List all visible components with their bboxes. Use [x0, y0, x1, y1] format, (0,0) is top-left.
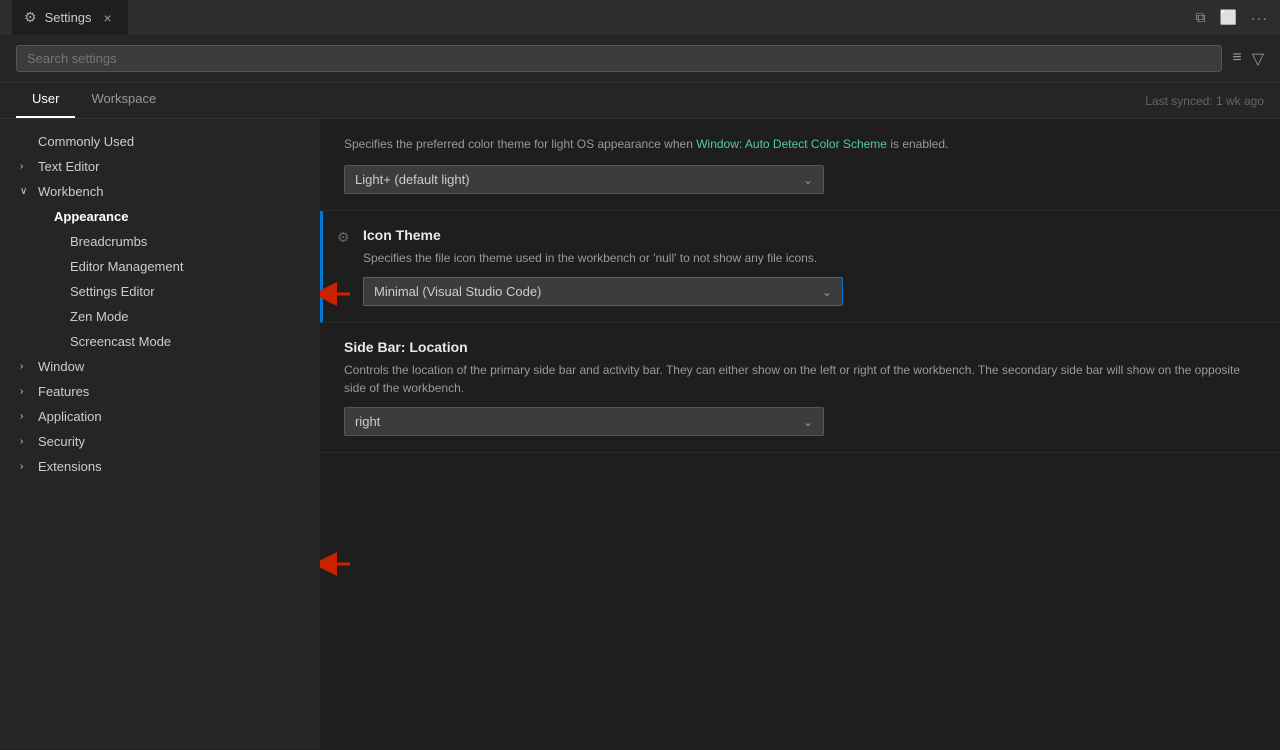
icon-theme-block: ⚙ Icon Theme Specifies the file icon the…: [320, 211, 1280, 323]
auto-detect-link[interactable]: Window: Auto Detect Color Scheme: [696, 137, 890, 151]
dropdown-arrow-icon: ⌄: [803, 173, 813, 187]
chevron-icon: ›: [20, 461, 32, 472]
sidebar-item-label: Breadcrumbs: [70, 234, 147, 249]
sidebar-item-label: Editor Management: [70, 259, 183, 274]
sidebar-item-label: Workbench: [38, 184, 104, 199]
sidebar-location-dropdown[interactable]: right ⌄: [344, 407, 824, 436]
sidebar-item-features[interactable]: › Features: [0, 379, 320, 404]
color-scheme-block: Specifies the preferred color theme for …: [320, 119, 1280, 211]
split-editor-icon[interactable]: ⧉: [1196, 9, 1206, 26]
sidebar-item-label: Application: [38, 409, 102, 424]
editor-layout-icon[interactable]: ⬜: [1220, 9, 1237, 26]
sidebar-item-commonly-used[interactable]: Commonly Used: [0, 129, 320, 154]
color-scheme-dropdown-value: Light+ (default light): [355, 172, 470, 187]
tab-close-button[interactable]: ×: [100, 10, 116, 26]
dropdown-arrow-icon: ⌄: [803, 415, 813, 429]
sidebar: Commonly Used › Text Editor ∨ Workbench …: [0, 119, 320, 749]
sidebar-item-label: Security: [38, 434, 85, 449]
chevron-down-icon: ∨: [20, 186, 32, 197]
dropdown-arrow-icon: ⌄: [822, 285, 832, 299]
sidebar-item-appearance[interactable]: Appearance: [0, 204, 320, 229]
gear-icon[interactable]: ⚙: [337, 229, 350, 246]
sidebar-item-settings-editor[interactable]: Settings Editor: [0, 279, 320, 304]
sidebar-item-extensions[interactable]: › Extensions: [0, 454, 320, 479]
sidebar-item-application[interactable]: › Application: [0, 404, 320, 429]
color-scheme-desc: Specifies the preferred color theme for …: [344, 135, 1256, 153]
sidebar-item-label: Extensions: [38, 459, 102, 474]
titlebar-left: ⚙ Settings ×: [12, 0, 128, 35]
chevron-icon: ›: [20, 436, 32, 447]
search-input[interactable]: [27, 51, 1211, 66]
settings-tab-icon: ⚙: [24, 9, 37, 26]
titlebar-actions: ⧉ ⬜ ···: [1196, 9, 1268, 26]
sidebar-item-label: Features: [38, 384, 89, 399]
funnel-icon[interactable]: ▽: [1252, 49, 1264, 69]
titlebar: ⚙ Settings × ⧉ ⬜ ···: [0, 0, 1280, 35]
icon-theme-dropdown[interactable]: Minimal (Visual Studio Code) ⌄: [363, 277, 843, 306]
sidebar-item-security[interactable]: › Security: [0, 429, 320, 454]
color-scheme-dropdown[interactable]: Light+ (default light) ⌄: [344, 165, 824, 194]
sidebar-location-title: Side Bar: Location: [344, 339, 1256, 355]
sidebar-item-label: Commonly Used: [38, 134, 134, 149]
filter-lines-icon[interactable]: ≡: [1232, 49, 1241, 69]
icon-theme-title: Icon Theme: [363, 227, 1256, 243]
tabs-row: User Workspace Last synced: 1 wk ago: [0, 83, 1280, 119]
search-input-wrapper[interactable]: [16, 45, 1222, 72]
last-synced: Last synced: 1 wk ago: [1145, 94, 1264, 118]
sidebar-item-window[interactable]: › Window: [0, 354, 320, 379]
chevron-icon: ›: [20, 386, 32, 397]
sidebar-item-label: Screencast Mode: [70, 334, 171, 349]
sidebar-item-label: Text Editor: [38, 159, 99, 174]
tab-user[interactable]: User: [16, 83, 75, 118]
chevron-icon: ›: [20, 411, 32, 422]
sidebar-item-label: Zen Mode: [70, 309, 129, 324]
sidebar-item-workbench[interactable]: ∨ Workbench: [0, 179, 320, 204]
sidebar-location-desc: Controls the location of the primary sid…: [344, 361, 1256, 397]
main-layout: Commonly Used › Text Editor ∨ Workbench …: [0, 119, 1280, 749]
sidebar-item-text-editor[interactable]: › Text Editor: [0, 154, 320, 179]
tabs-left: User Workspace: [16, 83, 172, 118]
sidebar-item-breadcrumbs[interactable]: Breadcrumbs: [0, 229, 320, 254]
chevron-icon: ›: [20, 161, 32, 172]
searchbar: ≡ ▽: [0, 35, 1280, 83]
sidebar-item-zen-mode[interactable]: Zen Mode: [0, 304, 320, 329]
sidebar-item-label: Window: [38, 359, 84, 374]
chevron-icon: ›: [20, 361, 32, 372]
sidebar-item-label: Settings Editor: [70, 284, 155, 299]
settings-tab-label: Settings: [45, 10, 92, 25]
content-area: Specifies the preferred color theme for …: [320, 119, 1280, 749]
icon-theme-desc: Specifies the file icon theme used in th…: [363, 249, 1256, 267]
sidebar-item-editor-management[interactable]: Editor Management: [0, 254, 320, 279]
more-actions-icon[interactable]: ···: [1251, 10, 1268, 26]
sidebar-location-block: Side Bar: Location Controls the location…: [320, 323, 1280, 453]
sidebar-item-label: Appearance: [54, 209, 128, 224]
sidebar-item-screencast-mode[interactable]: Screencast Mode: [0, 329, 320, 354]
icon-theme-dropdown-value: Minimal (Visual Studio Code): [374, 284, 541, 299]
tab-workspace[interactable]: Workspace: [75, 83, 172, 118]
search-actions: ≡ ▽: [1232, 49, 1264, 69]
settings-tab[interactable]: ⚙ Settings ×: [12, 0, 128, 35]
sidebar-location-dropdown-value: right: [355, 414, 380, 429]
